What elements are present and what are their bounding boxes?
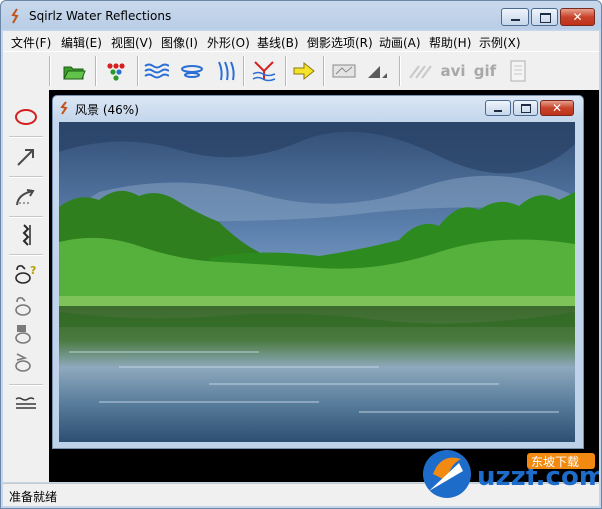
minimize-icon xyxy=(511,19,520,21)
shape-tool-2-icon[interactable] xyxy=(13,292,39,318)
uzzf-logo: uzzf.com 东坡下载 xyxy=(423,450,601,498)
maximize-button[interactable] xyxy=(531,8,558,26)
window-title: Sqirlz Water Reflections xyxy=(29,9,172,23)
menu-examples[interactable]: 示例(X) xyxy=(479,34,521,51)
close-icon: ✕ xyxy=(551,101,563,115)
menu-animation[interactable]: 动画(A) xyxy=(379,34,421,51)
shape-tool-3-icon[interactable] xyxy=(13,320,39,346)
watermark-logo: uzzf.com 东坡下载 xyxy=(419,441,601,503)
child-minimize-button[interactable] xyxy=(485,100,511,116)
toolbar-separator xyxy=(137,56,139,86)
child-close-button[interactable]: ✕ xyxy=(540,100,574,116)
curve-arrow-tool-icon[interactable] xyxy=(13,184,39,210)
menu-image[interactable]: 图像(I) xyxy=(161,34,198,51)
minimize-icon xyxy=(494,110,502,112)
minimize-button[interactable] xyxy=(501,8,529,26)
triangle-angle-icon[interactable] xyxy=(365,58,391,84)
app-window: Sqirlz Water Reflections ✕ 文件(F) 编辑(E) 视… xyxy=(0,0,602,509)
menu-view[interactable]: 视图(V) xyxy=(111,34,153,51)
tool-separator xyxy=(9,136,43,138)
toolbar-separator xyxy=(49,56,51,86)
help-shape-icon[interactable]: ? xyxy=(13,260,39,286)
watermark-cn: 东坡下载 xyxy=(531,455,579,469)
open-folder-icon[interactable] xyxy=(61,58,87,84)
menu-bar: 文件(F) 编辑(E) 视图(V) 图像(I) 外形(O) 基线(B) 倒影选项… xyxy=(3,31,599,51)
arrow-tool-icon[interactable] xyxy=(13,144,39,170)
maximize-icon xyxy=(540,13,551,23)
menu-file[interactable]: 文件(F) xyxy=(11,34,51,51)
wave-lines-icon[interactable] xyxy=(13,390,39,416)
toolbar-separator xyxy=(323,56,325,86)
landscape-image[interactable] xyxy=(59,122,575,442)
image-child-window: 风景 (46%) ✕ xyxy=(52,95,584,449)
mask-icon[interactable] xyxy=(331,58,357,84)
tool-separator xyxy=(9,384,43,386)
toolbar-separator xyxy=(243,56,245,86)
ellipse-tool-icon[interactable] xyxy=(13,104,39,130)
zigzag-tool-icon[interactable] xyxy=(13,222,39,248)
toolbar-separator xyxy=(399,56,401,86)
document-icon[interactable] xyxy=(505,58,531,84)
avi-button[interactable]: avi xyxy=(439,58,467,84)
gif-button[interactable]: gif xyxy=(471,58,499,84)
menu-shape[interactable]: 外形(O) xyxy=(207,34,250,51)
app-icon xyxy=(11,8,19,24)
landscape-photo xyxy=(59,122,575,442)
toolbar-separator xyxy=(95,56,97,86)
horizontal-ripple-icon[interactable] xyxy=(179,58,205,84)
menu-help[interactable]: 帮助(H) xyxy=(429,34,471,51)
child-window-icon xyxy=(60,101,68,115)
tool-separator xyxy=(9,216,43,218)
yellow-arrow-icon[interactable] xyxy=(291,58,317,84)
menu-edit[interactable]: 编辑(E) xyxy=(61,34,102,51)
shape-tool-4-icon[interactable] xyxy=(13,348,39,374)
toolbar-separator xyxy=(285,56,287,86)
color-dots-icon[interactable] xyxy=(103,58,129,84)
status-text: 准备就绪 xyxy=(9,490,58,504)
tool-separator xyxy=(9,176,43,178)
side-toolbox: ? xyxy=(3,90,50,482)
svg-text:?: ? xyxy=(30,264,36,277)
menu-reflection-options[interactable]: 倒影选项(R) xyxy=(307,34,373,51)
line-draw-icon[interactable] xyxy=(407,58,433,84)
toolbar: avi gif xyxy=(3,51,599,91)
tool-separator xyxy=(9,254,43,256)
diagonal-ripple-icon[interactable] xyxy=(213,58,239,84)
baseline-reflect-icon[interactable] xyxy=(251,58,277,84)
title-bar[interactable]: Sqirlz Water Reflections ✕ xyxy=(1,1,601,31)
ripple-wave-icon[interactable] xyxy=(143,58,169,84)
maximize-icon xyxy=(521,104,531,113)
child-maximize-button[interactable] xyxy=(513,100,538,116)
child-window-title: 风景 (46%) xyxy=(75,103,139,117)
close-icon: ✕ xyxy=(572,10,583,24)
menu-baseline[interactable]: 基线(B) xyxy=(257,34,299,51)
close-button[interactable]: ✕ xyxy=(560,8,595,26)
